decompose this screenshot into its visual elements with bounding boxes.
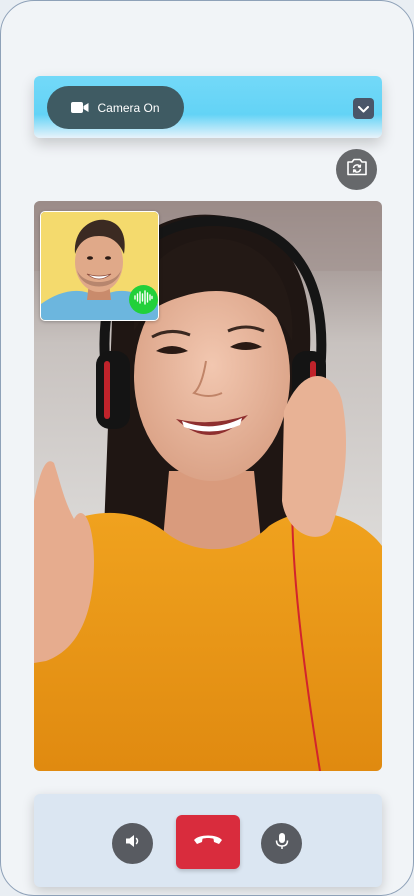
speaker-button[interactable] (112, 823, 153, 864)
flip-camera-button[interactable] (336, 149, 377, 190)
sound-wave-icon (134, 289, 153, 310)
options-dropdown-button[interactable] (353, 98, 374, 119)
camera-toggle-button[interactable]: Camera On (47, 86, 184, 129)
camera-toggle-label: Camera On (97, 100, 160, 115)
call-top-bar: Camera On (34, 76, 382, 138)
phone-hangup-icon (193, 833, 223, 852)
video-camera-icon (71, 101, 89, 114)
phone-frame: Camera On (0, 0, 414, 896)
microphone-button[interactable] (261, 823, 302, 864)
camera-rotate-icon (346, 158, 368, 181)
microphone-icon (275, 832, 289, 855)
speaker-icon (125, 834, 141, 853)
chevron-down-icon (358, 100, 369, 118)
call-controls-panel (34, 794, 382, 887)
voice-activity-indicator (129, 285, 158, 314)
end-call-button[interactable] (176, 815, 240, 869)
